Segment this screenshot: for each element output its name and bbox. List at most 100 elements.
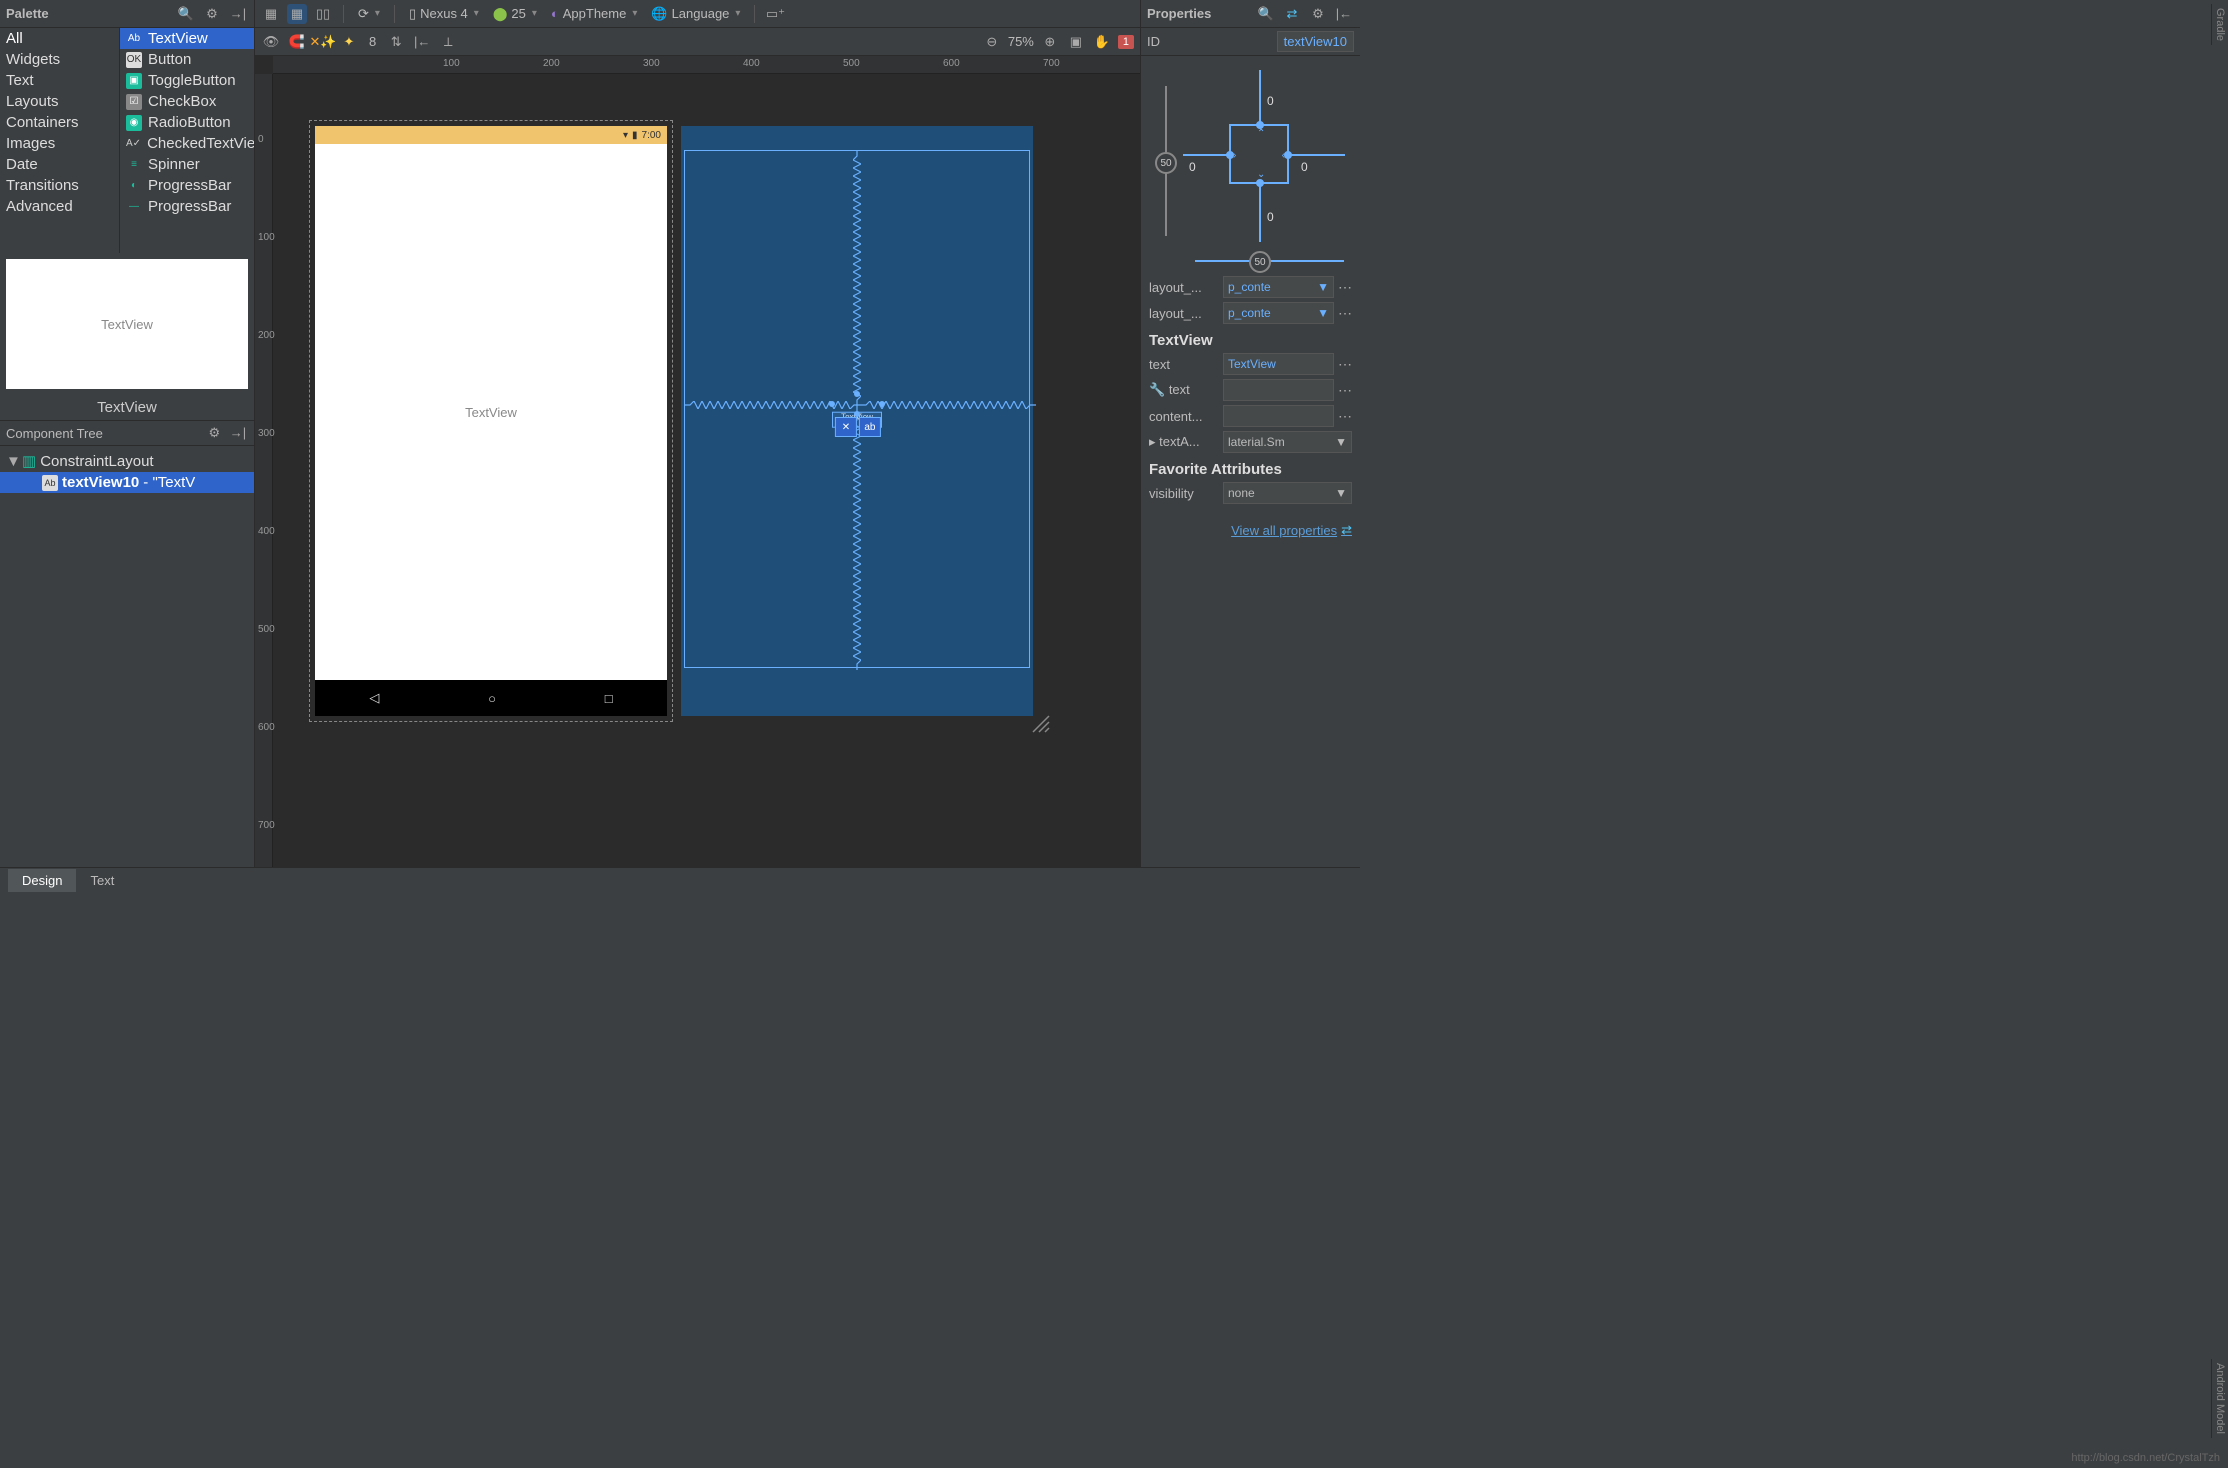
watermark: http://blog.csdn.net/CrystalTzh — [2071, 1452, 2220, 1464]
magnet-icon[interactable]: 🧲 — [287, 32, 307, 52]
palette-item[interactable]: OKButton — [120, 49, 254, 70]
clear-constraints-icon[interactable]: ✕✨ — [313, 32, 333, 52]
palette-item-label: TextView — [148, 30, 208, 47]
text-appearance-select[interactable]: laterial.Sm▼ — [1223, 431, 1352, 453]
tree-child[interactable]: Ab textView10 - "TextV — [0, 472, 254, 493]
palette-item[interactable]: ≡Spinner — [120, 154, 254, 175]
gear-icon[interactable]: ⚙ — [1308, 4, 1328, 24]
warning-badge[interactable]: 1 — [1118, 35, 1134, 49]
more-icon[interactable]: ⋯ — [1338, 356, 1352, 373]
palette-item[interactable]: ▣ToggleButton — [120, 70, 254, 91]
guideline-icon[interactable]: ⟂ — [438, 32, 458, 52]
palette-category[interactable]: All — [0, 28, 119, 49]
more-icon[interactable]: ⋯ — [1338, 408, 1352, 425]
tab-text[interactable]: Text — [76, 869, 128, 892]
palette-item[interactable]: —ProgressBar — [120, 196, 254, 217]
text-label: text — [1149, 357, 1219, 372]
visibility-select[interactable]: none▼ — [1223, 482, 1352, 504]
zoom-out-icon[interactable]: ⊖ — [982, 32, 1002, 52]
gear-icon[interactable]: ⚙ — [202, 4, 222, 24]
palette-item-label: ProgressBar — [148, 177, 231, 194]
fit-icon[interactable]: ▣ — [1066, 32, 1086, 52]
blueprint-surface-icon[interactable]: ▦ — [287, 4, 307, 24]
content-desc-field[interactable] — [1223, 405, 1334, 427]
palette-category[interactable]: Date — [0, 154, 119, 175]
baseline-icon[interactable]: ✕ — [835, 417, 857, 437]
palette-item[interactable]: ◉RadioButton — [120, 112, 254, 133]
phone-icon: ▯ — [409, 6, 416, 22]
tools-text-field[interactable] — [1223, 379, 1334, 401]
zoom-in-icon[interactable]: ⊕ — [1040, 32, 1060, 52]
collapse-icon[interactable]: |← — [1334, 4, 1354, 24]
tab-design[interactable]: Design — [8, 869, 76, 892]
view-all-properties-link[interactable]: View all properties⇄ — [1149, 522, 1352, 538]
properties-title: Properties — [1147, 6, 1211, 21]
tree-root[interactable]: ▼ ▥ ConstraintLayout — [0, 450, 254, 472]
palette-category[interactable]: Advanced — [0, 196, 119, 217]
more-icon[interactable]: ⋯ — [1338, 382, 1352, 399]
expand-icon[interactable]: ▼ — [6, 453, 18, 470]
default-margin[interactable]: 8 — [369, 34, 376, 49]
palette-preview: TextView — [6, 259, 248, 389]
widget-icon: A✓ — [126, 136, 141, 152]
device-select[interactable]: ▯Nexus 4 — [405, 6, 483, 22]
bias-v-thumb[interactable]: 50 — [1155, 152, 1177, 174]
search-icon[interactable]: 🔍 — [176, 4, 196, 24]
palette-category[interactable]: Layouts — [0, 91, 119, 112]
palette-category-list: All Widgets Text Layouts Containers Imag… — [0, 28, 120, 253]
palette-category[interactable]: Text — [0, 70, 119, 91]
layout-width-label: layout_... — [1149, 280, 1219, 295]
design-surface[interactable]: 100200300400500600700 010020030040050060… — [255, 56, 1140, 867]
layout-height-select[interactable]: p_conte▼ — [1223, 302, 1334, 324]
component-tree-title: Component Tree — [6, 426, 103, 441]
infer-constraints-icon[interactable]: ✦ — [339, 32, 359, 52]
swap-icon: ⇄ — [1341, 522, 1352, 538]
collapse-icon[interactable]: →| — [228, 4, 248, 24]
align-icon[interactable]: |← — [412, 32, 432, 52]
palette-title: Palette — [6, 6, 49, 21]
api-select[interactable]: ⬤25 — [489, 6, 541, 22]
design-surface-icon[interactable]: ▦ — [261, 4, 281, 24]
palette-category[interactable]: Images — [0, 133, 119, 154]
id-field[interactable]: textView10 — [1277, 31, 1354, 52]
resize-handle-icon[interactable] — [1031, 714, 1051, 734]
locale-select[interactable]: 🌐Language — [647, 6, 744, 22]
text-field[interactable]: TextView — [1223, 353, 1334, 375]
search-icon[interactable]: 🔍 — [1256, 4, 1276, 24]
palette-category[interactable]: Transitions — [0, 175, 119, 196]
more-icon[interactable]: ⋯ — [1338, 279, 1352, 296]
preview-text: TextView — [101, 317, 153, 332]
swap-icon[interactable]: ⇄ — [1282, 4, 1302, 24]
blueprint-preview[interactable]: TextView ✕ ab — [681, 126, 1033, 716]
device-preview[interactable]: ▾ ▮ 7:00 TextView ◁ ○ □ — [315, 126, 667, 716]
palette-item[interactable]: AbTextView — [120, 28, 254, 49]
visibility-label: visibility — [1149, 486, 1219, 501]
variants-icon[interactable]: ▭⁺ — [765, 4, 785, 24]
gradle-tab[interactable]: Gradle — [2211, 4, 2228, 45]
palette-item[interactable]: ☑CheckBox — [120, 91, 254, 112]
palette-item[interactable]: ◐ ProgressBar — [120, 175, 254, 196]
collapse-icon[interactable]: →| — [228, 423, 248, 443]
gear-icon[interactable]: ⚙ — [204, 423, 224, 443]
android-model-tab[interactable]: Android Model — [2211, 1359, 2228, 1438]
theme-select[interactable]: ◐AppTheme — [547, 6, 641, 21]
pack-icon[interactable]: ⇅ — [386, 32, 406, 52]
more-icon[interactable]: ⋯ — [1338, 305, 1352, 322]
bias-h-thumb[interactable]: 50 — [1249, 251, 1271, 273]
widget-icon: ◐ — [126, 178, 142, 194]
edit-text-icon[interactable]: ab — [859, 417, 881, 437]
palette-category[interactable]: Containers — [0, 112, 119, 133]
layout-width-select[interactable]: p_conte▼ — [1223, 276, 1334, 298]
pan-icon[interactable]: ✋ — [1092, 32, 1112, 52]
eye-icon[interactable]: 👁 — [261, 32, 281, 52]
orientation-select[interactable]: ⟳ — [354, 6, 384, 22]
constraint-inspector[interactable]: 50 0 0 0 0 ⌃ ⌄ › ‹ — [1149, 66, 1352, 266]
favorite-section: Favorite Attributes — [1149, 461, 1352, 478]
palette-item-label: RadioButton — [148, 114, 231, 131]
constraint-layout-icon: ▥ — [22, 452, 36, 470]
palette-item[interactable]: A✓CheckedTextView — [120, 133, 254, 154]
layout-height-label: layout_... — [1149, 306, 1219, 321]
palette-category[interactable]: Widgets — [0, 49, 119, 70]
both-surface-icon[interactable]: ▯▯ — [313, 4, 333, 24]
textview-section: TextView — [1149, 332, 1352, 349]
